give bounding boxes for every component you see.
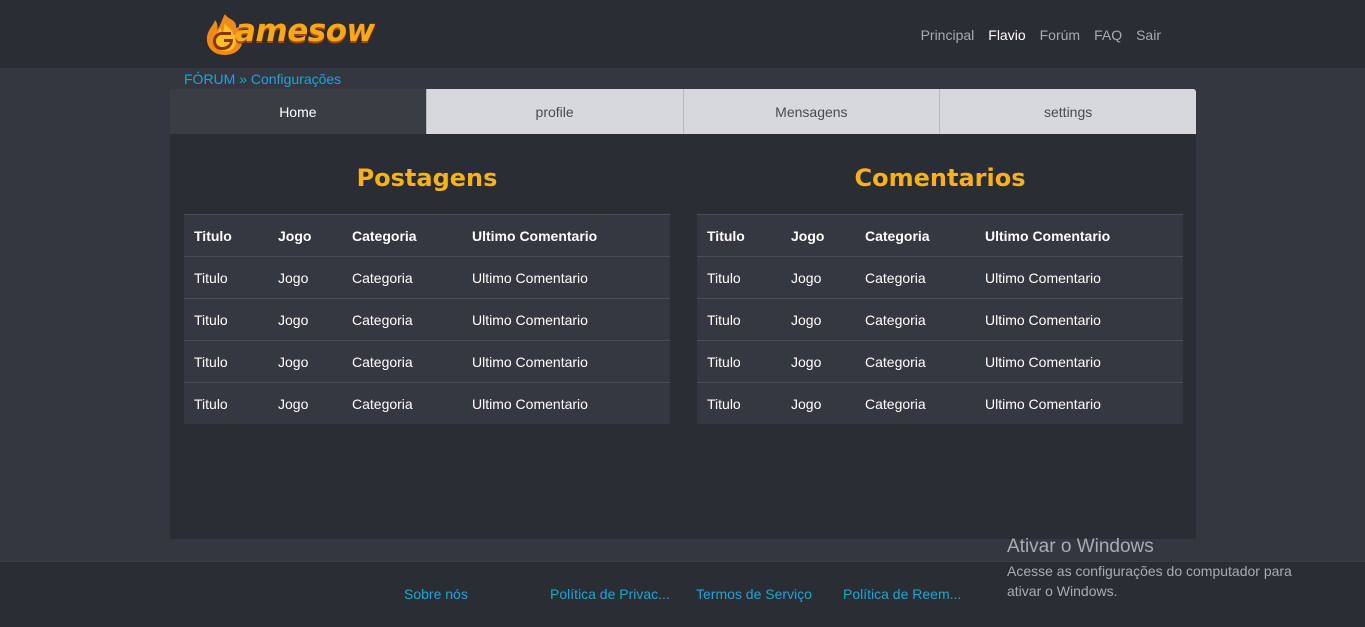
top-navbar: amesow Principal Flavio Forúm FAQ Sair — [0, 0, 1365, 68]
cell-categoria: Categoria — [855, 256, 975, 299]
cell-ultimo-comentario: Ultimo Comentario — [975, 256, 1183, 299]
breadcrumb-separator: » — [239, 71, 248, 87]
column-header-categoria: Categoria — [855, 214, 975, 257]
cell-ultimo-comentario: Ultimo Comentario — [975, 298, 1183, 341]
column-header-titulo: Titulo — [184, 214, 268, 257]
cell-jogo: Jogo — [268, 340, 342, 383]
table-row[interactable]: Titulo Jogo Categoria Ultimo Comentario — [697, 340, 1183, 383]
watermark-text: Acesse as configurações do computador pa… — [1007, 563, 1292, 599]
tab-mensagens[interactable]: Mensagens — [683, 89, 941, 134]
table-row[interactable]: Titulo Jogo Categoria Ultimo Comentario — [184, 340, 670, 383]
cell-ultimo-comentario: Ultimo Comentario — [462, 298, 670, 341]
cell-ultimo-comentario: Ultimo Comentario — [462, 340, 670, 383]
windows-activation-watermark: Ativar o Windows Acesse as configurações… — [1007, 536, 1317, 601]
cell-categoria: Categoria — [855, 298, 975, 341]
posts-table: Titulo Jogo Categoria Ultimo Comentario … — [184, 214, 670, 424]
nav-principal[interactable]: Principal — [921, 27, 975, 43]
footer-link-termos-servico[interactable]: Termos de Serviço — [696, 586, 812, 602]
nav-sair[interactable]: Sair — [1136, 27, 1161, 43]
cell-categoria: Categoria — [865, 395, 926, 412]
cell-jogo: Jogo — [781, 256, 855, 299]
comments-table: Titulo Jogo Categoria Ultimo Comentario … — [697, 214, 1183, 424]
nav-faq[interactable]: FAQ — [1094, 27, 1122, 43]
cell-ultimo-comentario: Ultimo Comentario — [472, 395, 588, 412]
table-row[interactable]: Titulo Jogo Categoria Ultimo Comentario — [184, 298, 670, 341]
table-row[interactable]: Titulo Jogo Categoria Ultimo Comentario — [697, 256, 1183, 299]
breadcrumb: FÓRUM » Configurações — [184, 71, 341, 87]
cell-titulo: Titulo — [184, 340, 268, 383]
column-header-ultimo-comentario: Ultimo Comentario — [975, 214, 1183, 257]
breadcrumb-forum[interactable]: FÓRUM — [184, 71, 235, 87]
cell-titulo: Titulo — [194, 395, 228, 412]
cell-jogo: Jogo — [781, 298, 855, 341]
cell-categoria: Categoria — [342, 340, 462, 383]
main-nav: Principal Flavio Forúm FAQ Sair — [921, 27, 1161, 43]
table-row[interactable]: Titulo Jogo Categoria Ultimo Comentario — [184, 383, 670, 425]
gamesow-logo[interactable]: amesow — [203, 11, 375, 59]
cell-categoria: Categoria — [352, 395, 413, 412]
logo-wordmark: amesow — [235, 13, 375, 49]
column-header-ultimo-comentario: Ultimo Comentario — [462, 214, 670, 257]
cell-categoria: Categoria — [342, 298, 462, 341]
table-row[interactable]: Titulo Jogo Categoria Ultimo Comentario — [697, 383, 1183, 425]
footer-link-sobre-nos[interactable]: Sobre nós — [404, 586, 468, 602]
cell-ultimo-comentario: Ultimo Comentario — [975, 340, 1183, 383]
column-header-titulo: Titulo — [697, 214, 781, 257]
cell-jogo: Jogo — [268, 256, 342, 299]
column-header-jogo: Jogo — [781, 214, 855, 257]
tab-settings[interactable]: settings — [940, 89, 1196, 134]
cell-ultimo-comentario: Ultimo Comentario — [462, 256, 670, 299]
cell-jogo: Jogo — [791, 395, 822, 412]
table-header-row: Titulo Jogo Categoria Ultimo Comentario — [184, 214, 670, 257]
tab-home[interactable]: Home — [170, 89, 427, 134]
cell-titulo: Titulo — [184, 256, 268, 299]
cell-titulo: Titulo — [707, 395, 741, 412]
content-panel: Postagens Titulo Jogo Categoria Ultimo C… — [170, 134, 1196, 539]
cell-titulo: Titulo — [697, 298, 781, 341]
posts-title: Postagens — [356, 164, 498, 192]
cell-titulo: Titulo — [697, 340, 781, 383]
comments-title: Comentarios — [854, 164, 1026, 192]
settings-tabs: Home profile Mensagens settings — [170, 89, 1196, 134]
footer-link-politica-privacidade[interactable]: Política de Privac... — [550, 586, 670, 602]
nav-forum[interactable]: Forúm — [1040, 27, 1080, 43]
cell-categoria: Categoria — [342, 256, 462, 299]
cell-jogo: Jogo — [268, 298, 342, 341]
cell-jogo: Jogo — [781, 340, 855, 383]
nav-user-flavio[interactable]: Flavio — [988, 27, 1025, 43]
column-header-jogo: Jogo — [268, 214, 342, 257]
footer-link-politica-reembolso[interactable]: Política de Reem... — [843, 586, 961, 602]
cell-titulo: Titulo — [697, 256, 781, 299]
watermark-title: Ativar o Windows — [1007, 536, 1154, 557]
cell-categoria: Categoria — [855, 340, 975, 383]
table-row[interactable]: Titulo Jogo Categoria Ultimo Comentario — [697, 298, 1183, 341]
cell-jogo: Jogo — [278, 395, 309, 412]
cell-titulo: Titulo — [184, 298, 268, 341]
cell-ultimo-comentario: Ultimo Comentario — [985, 395, 1101, 412]
breadcrumb-current[interactable]: Configurações — [251, 71, 341, 87]
tab-profile[interactable]: profile — [426, 89, 684, 134]
column-header-categoria: Categoria — [342, 214, 462, 257]
table-row[interactable]: Titulo Jogo Categoria Ultimo Comentario — [184, 256, 670, 299]
table-header-row: Titulo Jogo Categoria Ultimo Comentario — [697, 214, 1183, 257]
